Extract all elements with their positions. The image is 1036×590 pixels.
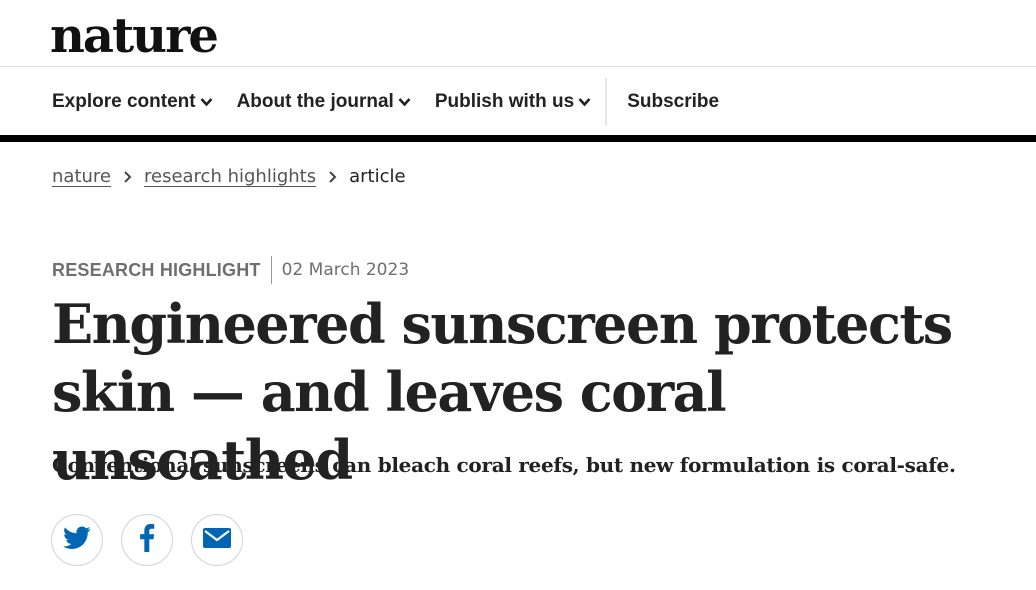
- chevron-down-icon: [398, 97, 411, 107]
- subscribe-link[interactable]: Subscribe: [627, 91, 719, 113]
- header-bottom-bar: [0, 135, 1036, 142]
- main-nav: Explore content About the journal Publis…: [52, 72, 719, 132]
- nav-explore-content-label: Explore content: [52, 91, 196, 112]
- nature-logo[interactable]: nature: [50, 6, 219, 66]
- email-icon: [203, 527, 231, 553]
- chevron-right-icon: [328, 170, 337, 184]
- nav-divider: [605, 78, 608, 126]
- breadcrumb-research-highlights[interactable]: research highlights: [144, 166, 316, 187]
- site-header-brand: nature: [50, 6, 219, 66]
- chevron-down-icon: [578, 97, 591, 107]
- chevron-right-icon: [123, 170, 132, 184]
- article-standfirst: Conventional sunscreens can bleach coral…: [52, 453, 956, 477]
- chevron-down-icon: [200, 97, 213, 107]
- facebook-icon: [139, 523, 155, 557]
- share-twitter-button[interactable]: [51, 514, 103, 566]
- nav-publish-with-us-label: Publish with us: [434, 91, 575, 112]
- nav-publish-with-us[interactable]: Publish with us: [435, 91, 591, 113]
- breadcrumb: nature research highlights article: [52, 166, 406, 187]
- breadcrumb-nature[interactable]: nature: [52, 166, 111, 187]
- article-meta: RESEARCH HIGHLIGHT 02 March 2023: [52, 256, 409, 284]
- article-type-label: RESEARCH HIGHLIGHT: [52, 259, 261, 280]
- twitter-icon: [63, 525, 91, 555]
- nav-explore-content[interactable]: Explore content: [52, 91, 213, 113]
- header-divider: [0, 66, 1036, 67]
- nav-about-the-journal[interactable]: About the journal: [237, 91, 411, 113]
- share-facebook-button[interactable]: [121, 514, 173, 566]
- share-links: [51, 514, 261, 566]
- publish-date: 02 March 2023: [281, 260, 410, 280]
- meta-divider: [270, 256, 272, 284]
- nav-about-the-journal-label: About the journal: [236, 91, 394, 112]
- breadcrumb-current: article: [349, 166, 406, 187]
- share-email-button[interactable]: [191, 514, 243, 566]
